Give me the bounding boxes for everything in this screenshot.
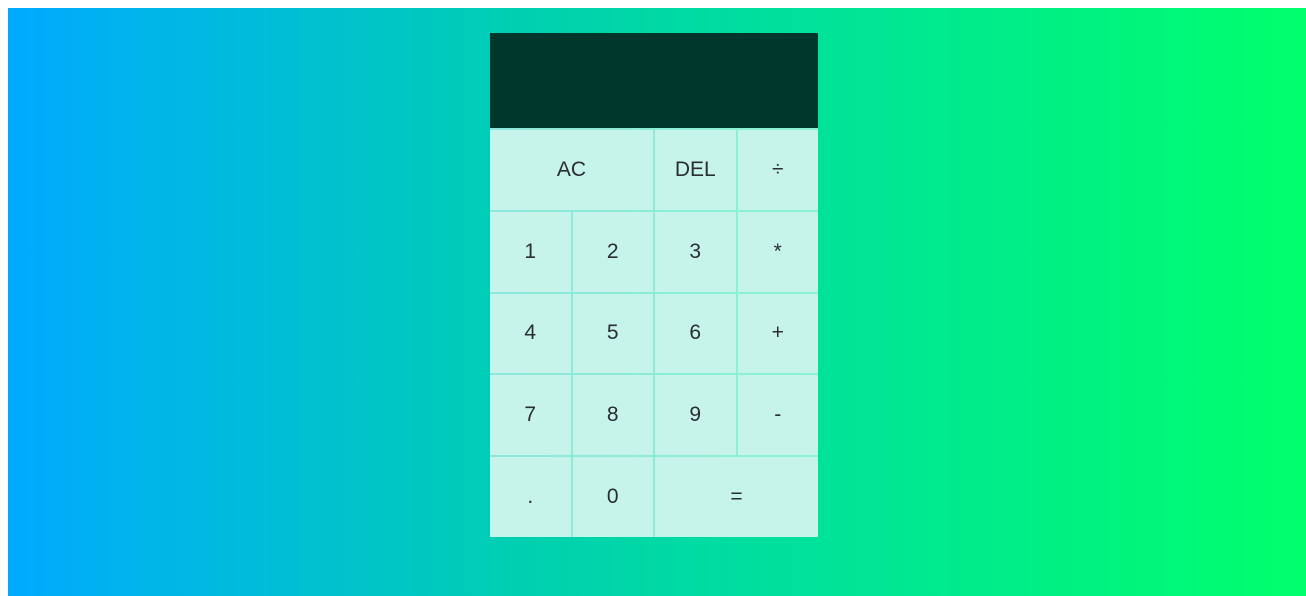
decimal-button[interactable]: . (490, 457, 571, 537)
calculator-display (490, 33, 818, 128)
add-button[interactable]: + (737, 293, 818, 374)
multiply-button[interactable]: * (737, 211, 818, 292)
delete-button[interactable]: DEL (655, 130, 736, 210)
number-8-button[interactable]: 8 (572, 375, 653, 456)
number-0-button[interactable]: 0 (572, 457, 653, 537)
number-5-button[interactable]: 5 (572, 293, 653, 374)
subtract-button[interactable]: - (737, 375, 818, 456)
number-6-button[interactable]: 6 (655, 293, 736, 374)
number-7-button[interactable]: 7 (490, 375, 571, 456)
number-3-button[interactable]: 3 (655, 211, 736, 292)
gradient-background: AC DEL ÷ 1 2 3 * 4 5 6 + 7 8 9 - . 0 = (8, 8, 1306, 596)
number-2-button[interactable]: 2 (572, 211, 653, 292)
number-9-button[interactable]: 9 (655, 375, 736, 456)
number-4-button[interactable]: 4 (490, 293, 571, 374)
number-1-button[interactable]: 1 (490, 211, 571, 292)
all-clear-button[interactable]: AC (490, 130, 653, 210)
divide-button[interactable]: ÷ (737, 130, 818, 210)
equals-button[interactable]: = (655, 457, 818, 537)
calculator: AC DEL ÷ 1 2 3 * 4 5 6 + 7 8 9 - . 0 = (490, 33, 818, 537)
